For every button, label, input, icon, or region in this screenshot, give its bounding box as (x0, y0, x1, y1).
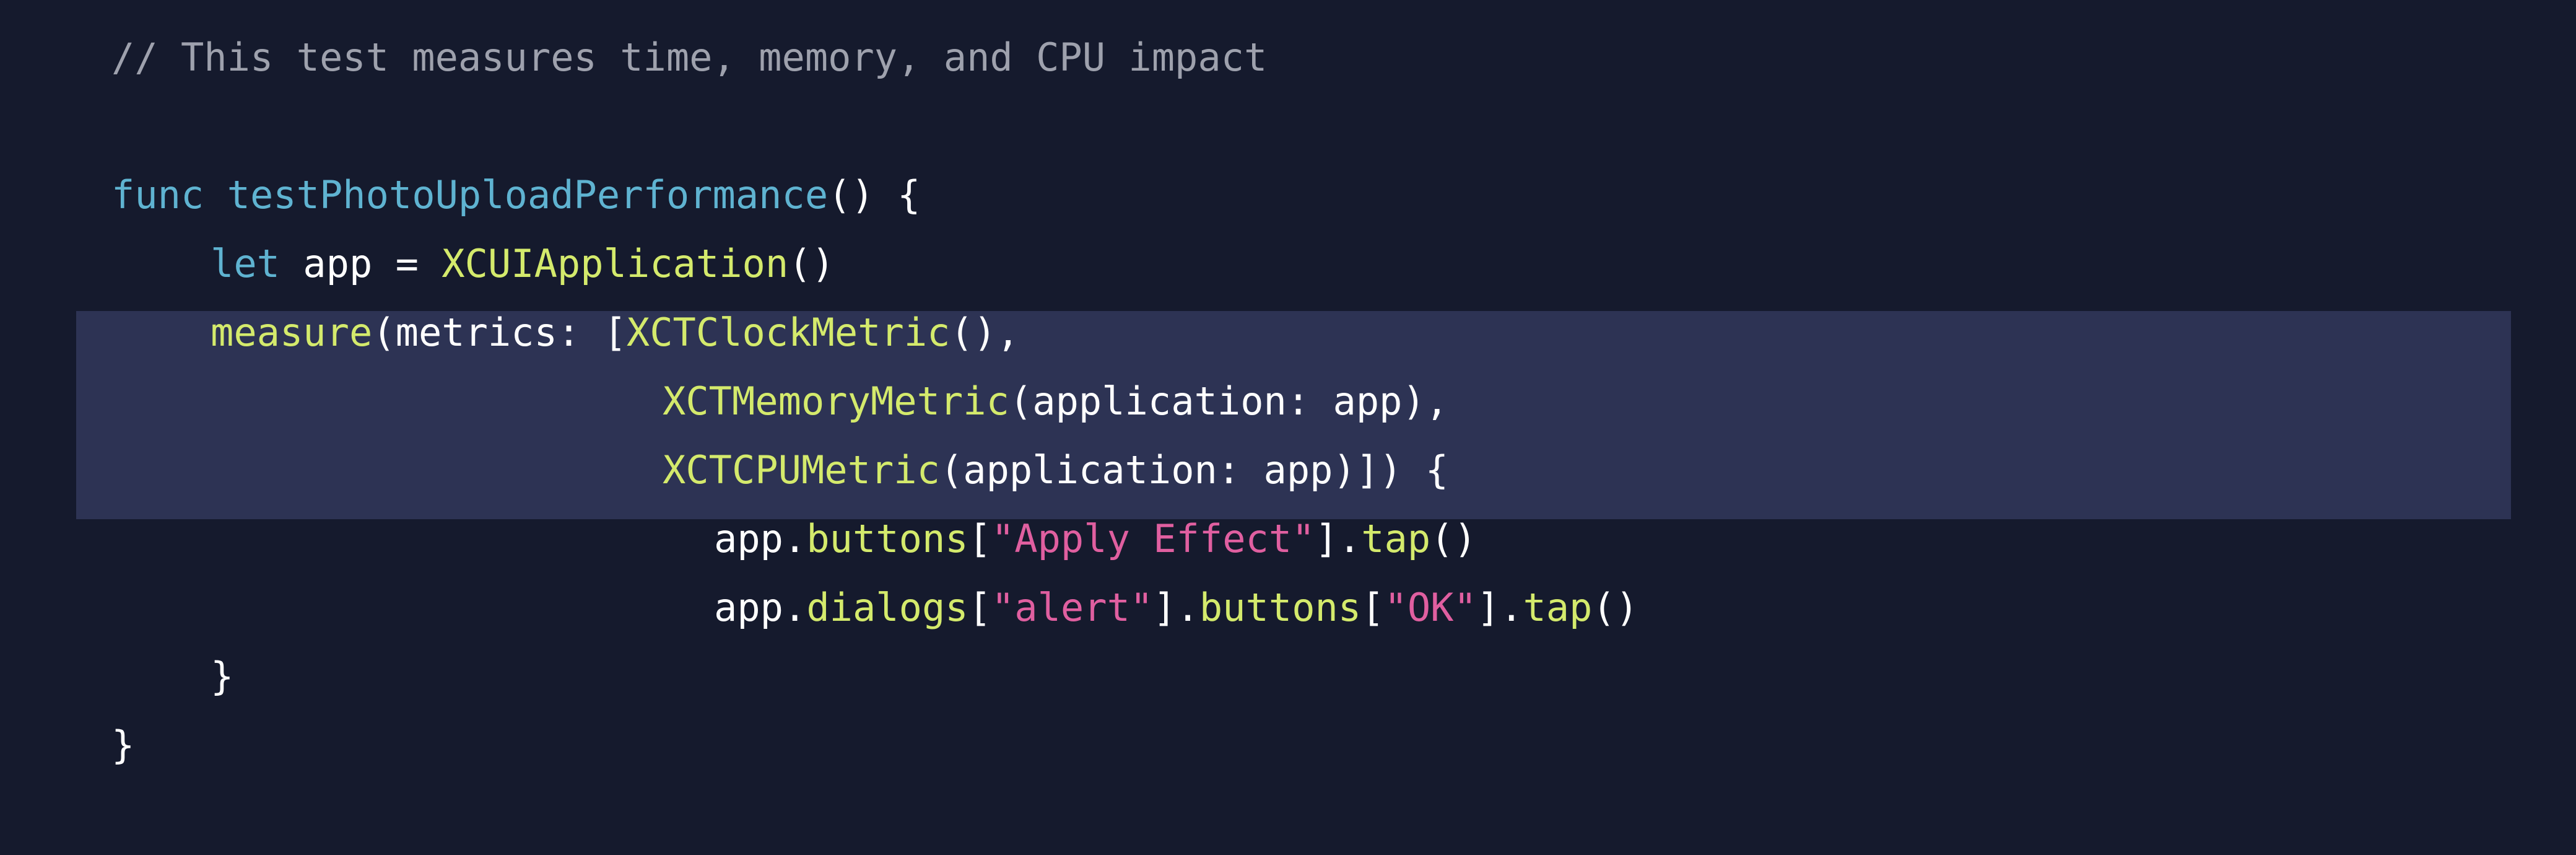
code-line-3: func testPhotoUploadPerformance() { (111, 161, 920, 229)
code-token: () (1430, 516, 1477, 561)
code-token: (), (950, 310, 1020, 355)
code-token: [ (1361, 585, 1385, 630)
code-token: ]. (1315, 516, 1362, 561)
code-line-11: } (111, 711, 134, 779)
code-line-1: // This test measures time, memory, and … (111, 24, 1267, 92)
code-token: testPhotoUploadPerformance (227, 172, 829, 217)
code-token: ]. (1476, 585, 1523, 630)
code-token: tap (1361, 516, 1431, 561)
code-token: () (788, 241, 835, 286)
code-token: (application: app)]) { (939, 447, 1449, 493)
code-token: ]. (1153, 585, 1199, 630)
code-token: XCTCPUMetric (663, 447, 940, 493)
code-token: // This test measures time, memory, and … (111, 35, 1268, 80)
code-token: app. (714, 585, 807, 630)
code-token: func (111, 172, 204, 217)
code-token: XCTClockMetric (626, 310, 951, 355)
code-line-10: } (211, 642, 233, 711)
code-token: [ (968, 585, 991, 630)
code-token: "alert" (991, 585, 1154, 630)
code-line-8: app.buttons["Apply Effect"].tap() (714, 505, 1477, 573)
code-token: (application: app), (1009, 379, 1449, 424)
code-token: tap (1523, 585, 1593, 630)
code-token: dialogs (806, 585, 968, 630)
code-token: "Apply Effect" (991, 516, 1315, 561)
code-editor: // This test measures time, memory, and … (0, 0, 2576, 855)
code-token: [ (968, 516, 991, 561)
code-line-4: let app = XCUIApplication() (211, 230, 835, 298)
code-token: } (111, 722, 135, 768)
code-token: buttons (806, 516, 968, 561)
code-token: app = (279, 241, 442, 286)
code-line-9: app.dialogs["alert"].buttons["OK"].tap() (714, 574, 1638, 642)
code-token: XCUIApplication (442, 241, 789, 286)
code-line-7: XCTCPUMetric(application: app)]) { (663, 436, 1448, 504)
code-token: app. (714, 516, 807, 561)
code-token: () (1592, 585, 1639, 630)
code-token: buttons (1199, 585, 1362, 630)
code-line-5: measure(metrics: [XCTClockMetric(), (211, 299, 1019, 367)
code-line-6: XCTMemoryMetric(application: app), (663, 367, 1448, 436)
code-token: XCTMemoryMetric (663, 379, 1009, 424)
code-token: "OK" (1384, 585, 1477, 630)
code-token: measure (211, 310, 373, 355)
code-token: () { (828, 172, 921, 217)
code-token: (metrics: [ (372, 310, 627, 355)
code-token: } (211, 654, 234, 699)
code-token: let (211, 241, 280, 286)
